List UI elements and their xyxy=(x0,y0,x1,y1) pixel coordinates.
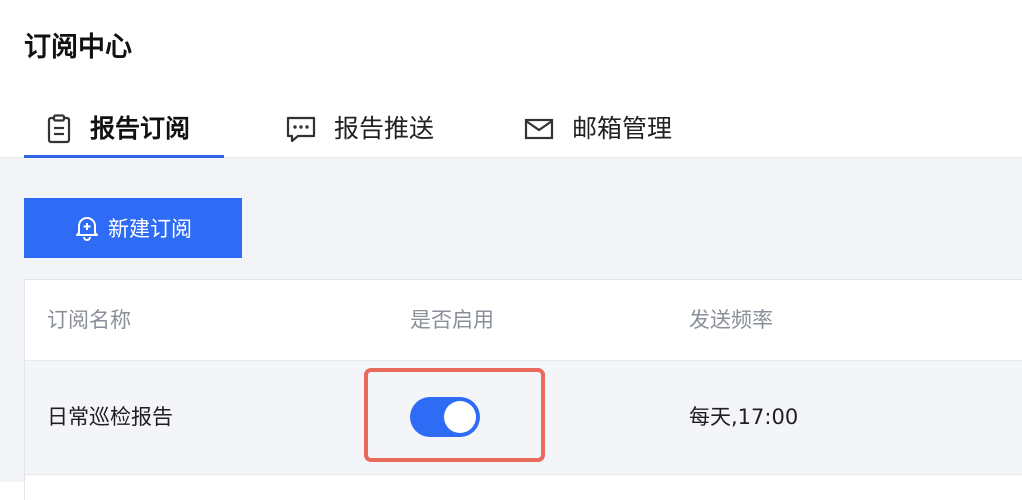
message-icon xyxy=(286,115,316,143)
tab-label: 邮箱管理 xyxy=(572,114,673,143)
column-header-enabled: 是否启用 xyxy=(410,308,494,332)
tab-label: 报告推送 xyxy=(334,114,435,143)
tab-report-push[interactable]: 报告推送 xyxy=(286,100,466,157)
tab-mailbox-management[interactable]: 邮箱管理 xyxy=(524,100,704,157)
subscription-name: 日常巡检报告 xyxy=(47,405,173,429)
send-frequency: 每天,17:00 xyxy=(689,405,799,429)
content-area: 新建订阅 订阅名称 是否启用 发送频率 日常巡检报告 每天,17:00 xyxy=(0,158,1022,500)
tab-report-subscription[interactable]: 报告订阅 xyxy=(24,100,224,158)
column-header-frequency: 发送频率 xyxy=(689,308,773,332)
column-header-name: 订阅名称 xyxy=(47,308,131,332)
toggle-knob xyxy=(444,401,476,433)
table-header: 订阅名称 是否启用 发送频率 xyxy=(25,280,1022,361)
new-subscription-button[interactable]: 新建订阅 xyxy=(24,198,242,258)
enable-toggle[interactable] xyxy=(410,397,480,437)
mail-icon xyxy=(524,117,554,141)
page-title: 订阅中心 xyxy=(24,32,132,63)
tab-label: 报告订阅 xyxy=(90,114,191,143)
new-subscription-label: 新建订阅 xyxy=(108,217,192,241)
clipboard-icon xyxy=(46,113,72,144)
subscription-table: 订阅名称 是否启用 发送频率 日常巡检报告 每天,17:00 xyxy=(24,279,1022,500)
tab-bar: 报告订阅 报告推送 邮箱管理 xyxy=(0,100,1022,158)
bell-plus-icon xyxy=(74,214,100,242)
table-row[interactable]: 日常巡检报告 每天,17:00 xyxy=(25,361,1022,475)
